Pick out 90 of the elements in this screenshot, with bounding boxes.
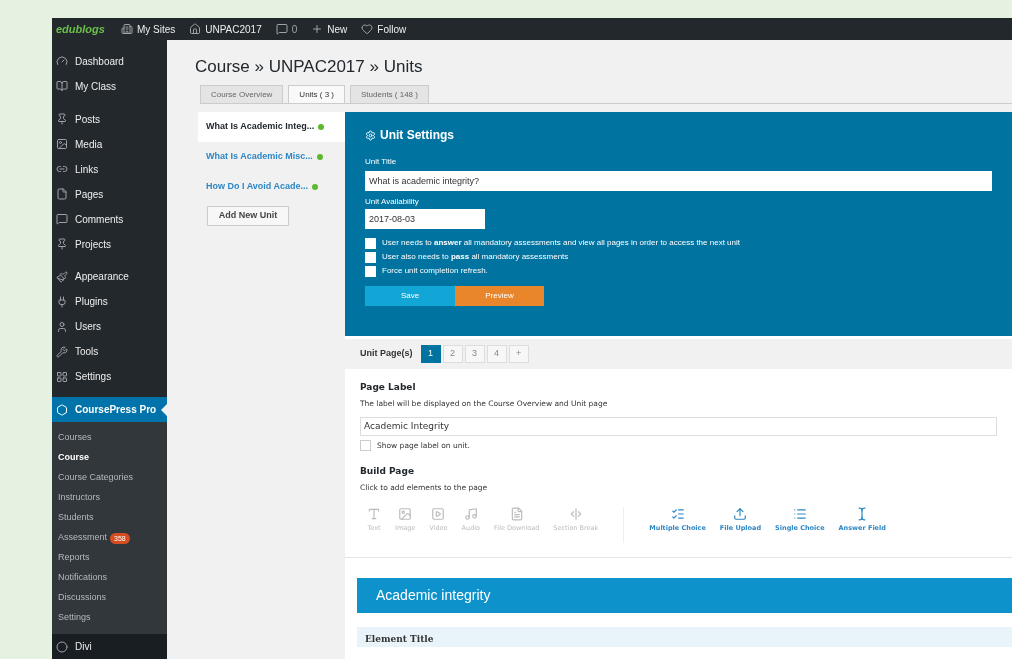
site-logo[interactable]: edublogs — [56, 20, 105, 38]
checklist-icon — [670, 506, 685, 521]
add-unit-button[interactable]: Add New Unit — [207, 206, 289, 226]
field-label: Unit Title — [365, 156, 398, 168]
image-icon — [398, 506, 413, 521]
sidebar-item[interactable]: CoursePress Pro — [52, 397, 167, 423]
tab[interactable]: Course Overview — [200, 85, 284, 103]
book-icon — [56, 80, 68, 93]
panel-heading: Unit Settings — [380, 127, 454, 144]
speech-bubble-icon — [56, 213, 68, 226]
sidebar-item[interactable]: Comments — [52, 206, 167, 232]
tab[interactable]: Students ( 148 ) — [350, 85, 429, 103]
sidebar-item[interactable]: Tools — [52, 339, 167, 365]
music-note-icon — [463, 506, 478, 521]
page-label-field[interactable]: Academic Integrity — [360, 416, 997, 436]
gear-icon — [365, 129, 376, 141]
pin-icon — [56, 113, 68, 126]
sidebar-item[interactable]: Divi — [52, 634, 167, 659]
submenu-item[interactable]: Course Categories — [52, 468, 167, 489]
option-label: User needs to answer all mandatory assessments and view all pages in order to access the next unit — [382, 237, 740, 249]
checkbox[interactable] — [360, 439, 371, 451]
wrench-icon — [56, 345, 68, 358]
buildings-icon — [120, 23, 133, 35]
grid-icon — [56, 370, 68, 383]
letter-icon — [367, 506, 381, 521]
sidebar-item[interactable]: Dashboard — [52, 49, 167, 74]
sidebar-item[interactable]: Links — [52, 156, 167, 182]
submenu-item[interactable]: Course — [52, 448, 167, 469]
image-icon — [56, 138, 68, 151]
document-icon — [509, 506, 524, 521]
sidebar-item[interactable]: Projects — [52, 231, 167, 257]
page-number-tab[interactable]: 1 — [420, 345, 441, 363]
element-title-bar: Element Title — [357, 626, 1012, 647]
page-title: Course » UNPAC2017 » Units — [195, 56, 424, 78]
unit-list-item[interactable]: How Do I Avoid Acade... — [198, 172, 345, 202]
sidebar-item[interactable]: Appearance — [52, 264, 167, 290]
divider-icon — [568, 506, 583, 521]
page-number-tab[interactable]: + — [508, 345, 529, 363]
speech-bubble-icon — [275, 23, 288, 35]
page-icon — [56, 188, 68, 201]
checkbox[interactable] — [365, 265, 376, 277]
checkbox[interactable] — [365, 237, 376, 249]
submenu-item[interactable]: Instructors — [52, 488, 167, 509]
sidebar-item[interactable]: Plugins — [52, 289, 167, 315]
section-heading: Page Label — [360, 381, 417, 394]
list-icon — [792, 506, 807, 521]
section-title-bar[interactable]: Academic integrity — [357, 577, 1012, 613]
page-number-tab[interactable]: 3 — [464, 345, 485, 363]
tab[interactable]: Units ( 3 ) — [288, 85, 346, 103]
sidebar-item[interactable]: Pages — [52, 181, 167, 207]
sidebar-item[interactable]: My Class — [52, 73, 167, 99]
plug-icon — [56, 295, 68, 308]
submenu-item[interactable]: Reports — [52, 548, 167, 569]
sidebar-item[interactable]: Media — [52, 131, 167, 157]
unit-title-field[interactable]: What is academic integrity? — [365, 171, 992, 191]
page-number-tab[interactable]: 4 — [486, 345, 507, 363]
hexagon-icon — [56, 403, 68, 416]
admin-bar-link[interactable]: My Sites — [120, 21, 176, 37]
sidebar-item[interactable]: Users — [52, 314, 167, 340]
unit-list-item[interactable]: What Is Academic Integ... — [198, 112, 345, 142]
section-heading: Build Page — [360, 465, 415, 478]
unit-pages-label: Unit Page(s) — [360, 347, 413, 361]
admin-bar-link[interactable]: New — [311, 21, 348, 37]
brush-icon — [56, 270, 68, 283]
checkbox[interactable] — [365, 251, 376, 263]
submenu-item[interactable]: Discussions — [52, 588, 167, 609]
circle-icon — [56, 640, 68, 653]
submenu-item[interactable]: Students — [52, 508, 167, 529]
submenu-item[interactable]: Settings — [52, 608, 167, 629]
field-label: Unit Availability — [365, 196, 420, 208]
availability-date-field[interactable]: 2017-08-03 — [365, 209, 485, 229]
admin-bar-link[interactable]: UNPAC2017 — [189, 21, 262, 37]
option-label: Force unit completion refresh. — [382, 265, 488, 277]
house-icon — [189, 23, 202, 35]
page-number-tab[interactable]: 2 — [442, 345, 463, 363]
pin-icon — [56, 238, 68, 251]
gauge-icon — [56, 55, 68, 68]
submenu-item[interactable]: Courses — [52, 428, 167, 449]
option-label: User also needs to pass all mandatory assessments — [382, 251, 569, 263]
play-icon — [431, 506, 446, 521]
sidebar-item[interactable]: Posts — [52, 106, 167, 132]
admin-bar-link[interactable]: Follow — [361, 21, 407, 37]
submenu-item[interactable]: Notifications — [52, 568, 167, 589]
person-icon — [56, 320, 68, 333]
admin-bar-link[interactable]: 0 — [275, 21, 298, 37]
sidebar-item[interactable]: Settings — [52, 364, 167, 390]
upload-icon — [733, 506, 748, 521]
heart-icon — [361, 23, 374, 35]
plus-icon — [311, 23, 324, 35]
unit-list-item[interactable]: What Is Academic Misc... — [198, 142, 345, 172]
